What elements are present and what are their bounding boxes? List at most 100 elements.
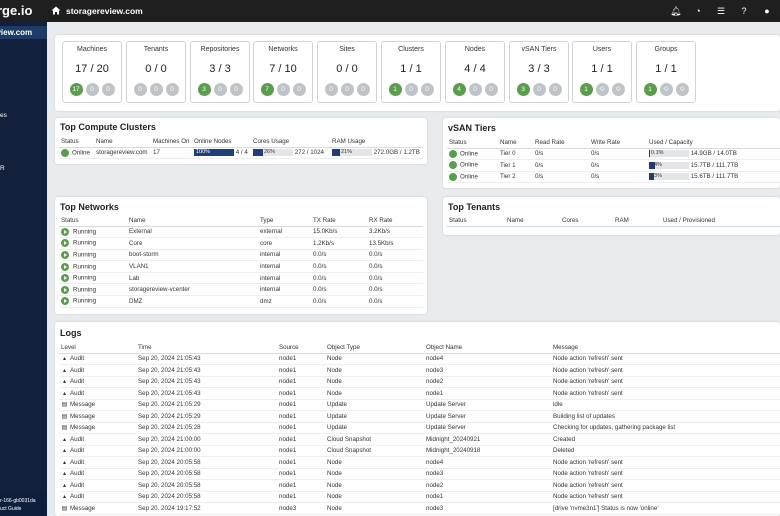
table-row[interactable]: ▤ Message Sep 20, 2024 21:05:29 node1 Update… <box>59 410 780 423</box>
table-row[interactable]: Running boot-storm internal 0.0/s 0.0/s <box>59 249 423 262</box>
stat-card-tenants[interactable]: Tenants 0 / 0000 <box>126 41 186 103</box>
table-row[interactable]: ▴ Audit Sep 20, 2024 20:05:58 node1 Node node… <box>59 468 780 480</box>
count-badge[interactable]: 0 <box>85 83 99 96</box>
stat-card-sites[interactable]: Sites 0 / 0000 <box>317 41 377 103</box>
table-row[interactable]: Online storagereview.com 17 100% 4 / 4 2… <box>59 147 423 160</box>
count-badge[interactable]: 1 <box>579 83 593 96</box>
name-cell[interactable]: Tier 0 <box>498 148 533 161</box>
breadcrumb-host[interactable]: storagereview.com <box>66 0 143 22</box>
object-name-cell[interactable]: node2 <box>424 376 551 388</box>
table-row[interactable]: ▴ Audit Sep 20, 2024 21:00:00 node1 Cloud Sn… <box>59 433 780 446</box>
count-badge[interactable]: 0 <box>356 83 370 96</box>
object-name-cell[interactable]: Update Server <box>424 422 551 434</box>
name-cell[interactable]: storagereview.com <box>94 147 151 160</box>
object-name-cell[interactable]: node3 <box>424 468 551 480</box>
table-row[interactable]: ▤ Message Sep 20, 2024 19:17:52 node3 Node no… <box>59 502 780 515</box>
col-message[interactable]: Message <box>551 342 780 354</box>
name-cell[interactable]: Lab <box>127 272 258 285</box>
object-name-cell[interactable]: Midnight_20240918 <box>424 445 551 457</box>
guide-link[interactable]: uct Guide <box>0 505 47 513</box>
stat-card-networks[interactable]: Networks 7 / 10 7 0 0 <box>253 41 313 103</box>
name-cell[interactable]: Core <box>127 237 258 250</box>
count-badge[interactable]: 0 <box>484 83 498 96</box>
col-time[interactable]: Time <box>136 342 277 354</box>
table-row[interactable]: Running Core core 1.2Kb/s 13.5Kb/s <box>59 237 423 250</box>
count-badge[interactable]: 3 <box>516 83 530 96</box>
count-badge[interactable]: 0 <box>292 83 306 96</box>
table-row[interactable]: Online Tier 1 0/s 0/s 14% 15.7TB / 111.7TB <box>447 159 780 172</box>
count-badge[interactable]: 1 <box>643 83 657 96</box>
count-badge[interactable]: 0 <box>468 83 482 96</box>
count-badge[interactable]: 0 <box>548 83 562 96</box>
stat-card-clusters[interactable]: Clusters 1 / 1100 <box>381 41 441 103</box>
rss-icon[interactable]: ◔ <box>693 6 703 16</box>
name-cell[interactable]: DMZ <box>127 295 258 308</box>
table-row[interactable]: ▤ Message Sep 20, 2024 21:05:29 node1 Update… <box>59 399 780 411</box>
count-badge[interactable]: 0 <box>611 83 625 96</box>
question-icon[interactable]: ? <box>739 6 749 16</box>
count-badge[interactable]: 0 <box>276 83 290 96</box>
stat-card-groups[interactable]: Groups 1 / 1100 <box>636 41 696 103</box>
table-row[interactable]: ▴ Audit Sep 20, 2024 21:00:00 node1 Cloud Sn… <box>59 445 780 457</box>
count-badge[interactable]: 0 <box>420 83 434 96</box>
object-name-cell[interactable]: node1 <box>424 491 551 503</box>
count-badge[interactable]: 0 <box>149 83 163 96</box>
col-level[interactable]: Level <box>59 342 136 354</box>
col-object-type[interactable]: Object Type <box>325 342 424 354</box>
object-name-cell[interactable]: Midnight_20240921 <box>424 433 551 446</box>
table-row[interactable]: ▴ Audit Sep 20, 2024 21:05:43 node1 Node node… <box>59 387 780 400</box>
table-row[interactable]: ▴ Audit Sep 20, 2024 21:05:43 node1 Node node… <box>59 353 780 365</box>
stat-card-users[interactable]: Users 1 / 1100 <box>572 41 632 103</box>
name-cell[interactable]: External <box>127 226 258 239</box>
table-row[interactable]: ▴ Audit Sep 20, 2024 20:05:58 node1 Node node… <box>59 456 780 469</box>
name-cell[interactable]: Tier 2 <box>498 171 533 184</box>
object-name-cell[interactable]: node4 <box>424 353 551 365</box>
count-badge[interactable]: 0 <box>404 83 418 96</box>
table-row[interactable]: Running VLAN1 internal 0.0/s 0.0/s <box>59 260 423 273</box>
table-row[interactable]: Running External external 15.0Kb/s 3.2Kb/s <box>59 226 423 239</box>
bell-icon[interactable]: 🔔︎ <box>670 6 681 17</box>
name-cell[interactable]: VLAN1 <box>127 260 258 273</box>
table-row[interactable]: ▴ Audit Sep 20, 2024 20:05:58 node1 Node node… <box>59 479 780 492</box>
table-row[interactable]: ▴ Audit Sep 20, 2024 21:05:43 node1 Node node… <box>59 364 780 377</box>
stat-card-nodes[interactable]: Nodes 4 / 4400 <box>445 41 505 103</box>
count-badge[interactable]: 0 <box>229 83 243 96</box>
table-row[interactable]: ▴ Audit Sep 20, 2024 20:05:58 node1 Node node… <box>59 491 780 503</box>
table-row[interactable]: ▴ Audit Sep 20, 2024 21:05:43 node1 Node node… <box>59 376 780 388</box>
name-cell[interactable]: boot-storm <box>127 249 258 262</box>
sidebar-item[interactable]: es <box>0 112 7 119</box>
name-cell[interactable]: storagereview-vcenter <box>127 283 258 297</box>
col-object-name[interactable]: Object Name <box>424 342 551 354</box>
count-badge[interactable]: 1 <box>388 83 402 96</box>
list-icon[interactable]: ☰ <box>716 6 726 17</box>
col-source[interactable]: Source <box>277 342 325 354</box>
count-badge[interactable]: 0 <box>675 83 689 96</box>
count-badge[interactable]: 0 <box>532 83 546 96</box>
stat-card-repositories[interactable]: Repositories 3 / 3300 <box>190 41 250 103</box>
count-badge[interactable]: 0 <box>213 83 227 96</box>
stat-card-vsan-tiers[interactable]: vSAN Tiers 3 / 3300 <box>509 41 569 103</box>
object-name-cell[interactable]: node1 <box>424 387 551 400</box>
stat-card-machines[interactable]: Machines 17 / 20 17 0 0 <box>62 41 122 103</box>
count-badge[interactable]: 17 <box>69 83 83 96</box>
object-name-cell[interactable]: node4 <box>424 456 551 469</box>
table-row[interactable]: Online Tier 0 0/s 0/s 0.1% 14.9GB / 14.0TB <box>447 148 780 161</box>
table-row[interactable]: Running Lab internal 0.0/s 0.0/s <box>59 272 423 285</box>
object-name-cell[interactable]: node2 <box>424 479 551 492</box>
table-row[interactable]: Running storagereview-vcenter internal 0.0/… <box>59 283 423 297</box>
object-name-cell[interactable]: Update Server <box>424 410 551 423</box>
user-icon[interactable]: ● <box>762 6 772 16</box>
sidebar-item[interactable]: R <box>0 165 5 172</box>
count-badge[interactable]: 0 <box>165 83 179 96</box>
count-badge[interactable]: 0 <box>659 83 673 96</box>
name-cell[interactable]: Tier 1 <box>498 159 533 172</box>
object-name-cell[interactable]: node3 <box>424 364 551 377</box>
object-name-cell[interactable]: Update Server <box>424 399 551 411</box>
sidebar-host[interactable]: eview.com <box>0 26 47 39</box>
brand-logo[interactable]: rge.io <box>0 0 47 22</box>
count-badge[interactable]: 0 <box>340 83 354 96</box>
count-badge[interactable]: 0 <box>101 83 115 96</box>
home-icon[interactable] <box>51 5 61 16</box>
count-badge[interactable]: 0 <box>595 83 609 96</box>
table-row[interactable]: ▤ Message Sep 20, 2024 21:05:28 node1 Update… <box>59 422 780 434</box>
